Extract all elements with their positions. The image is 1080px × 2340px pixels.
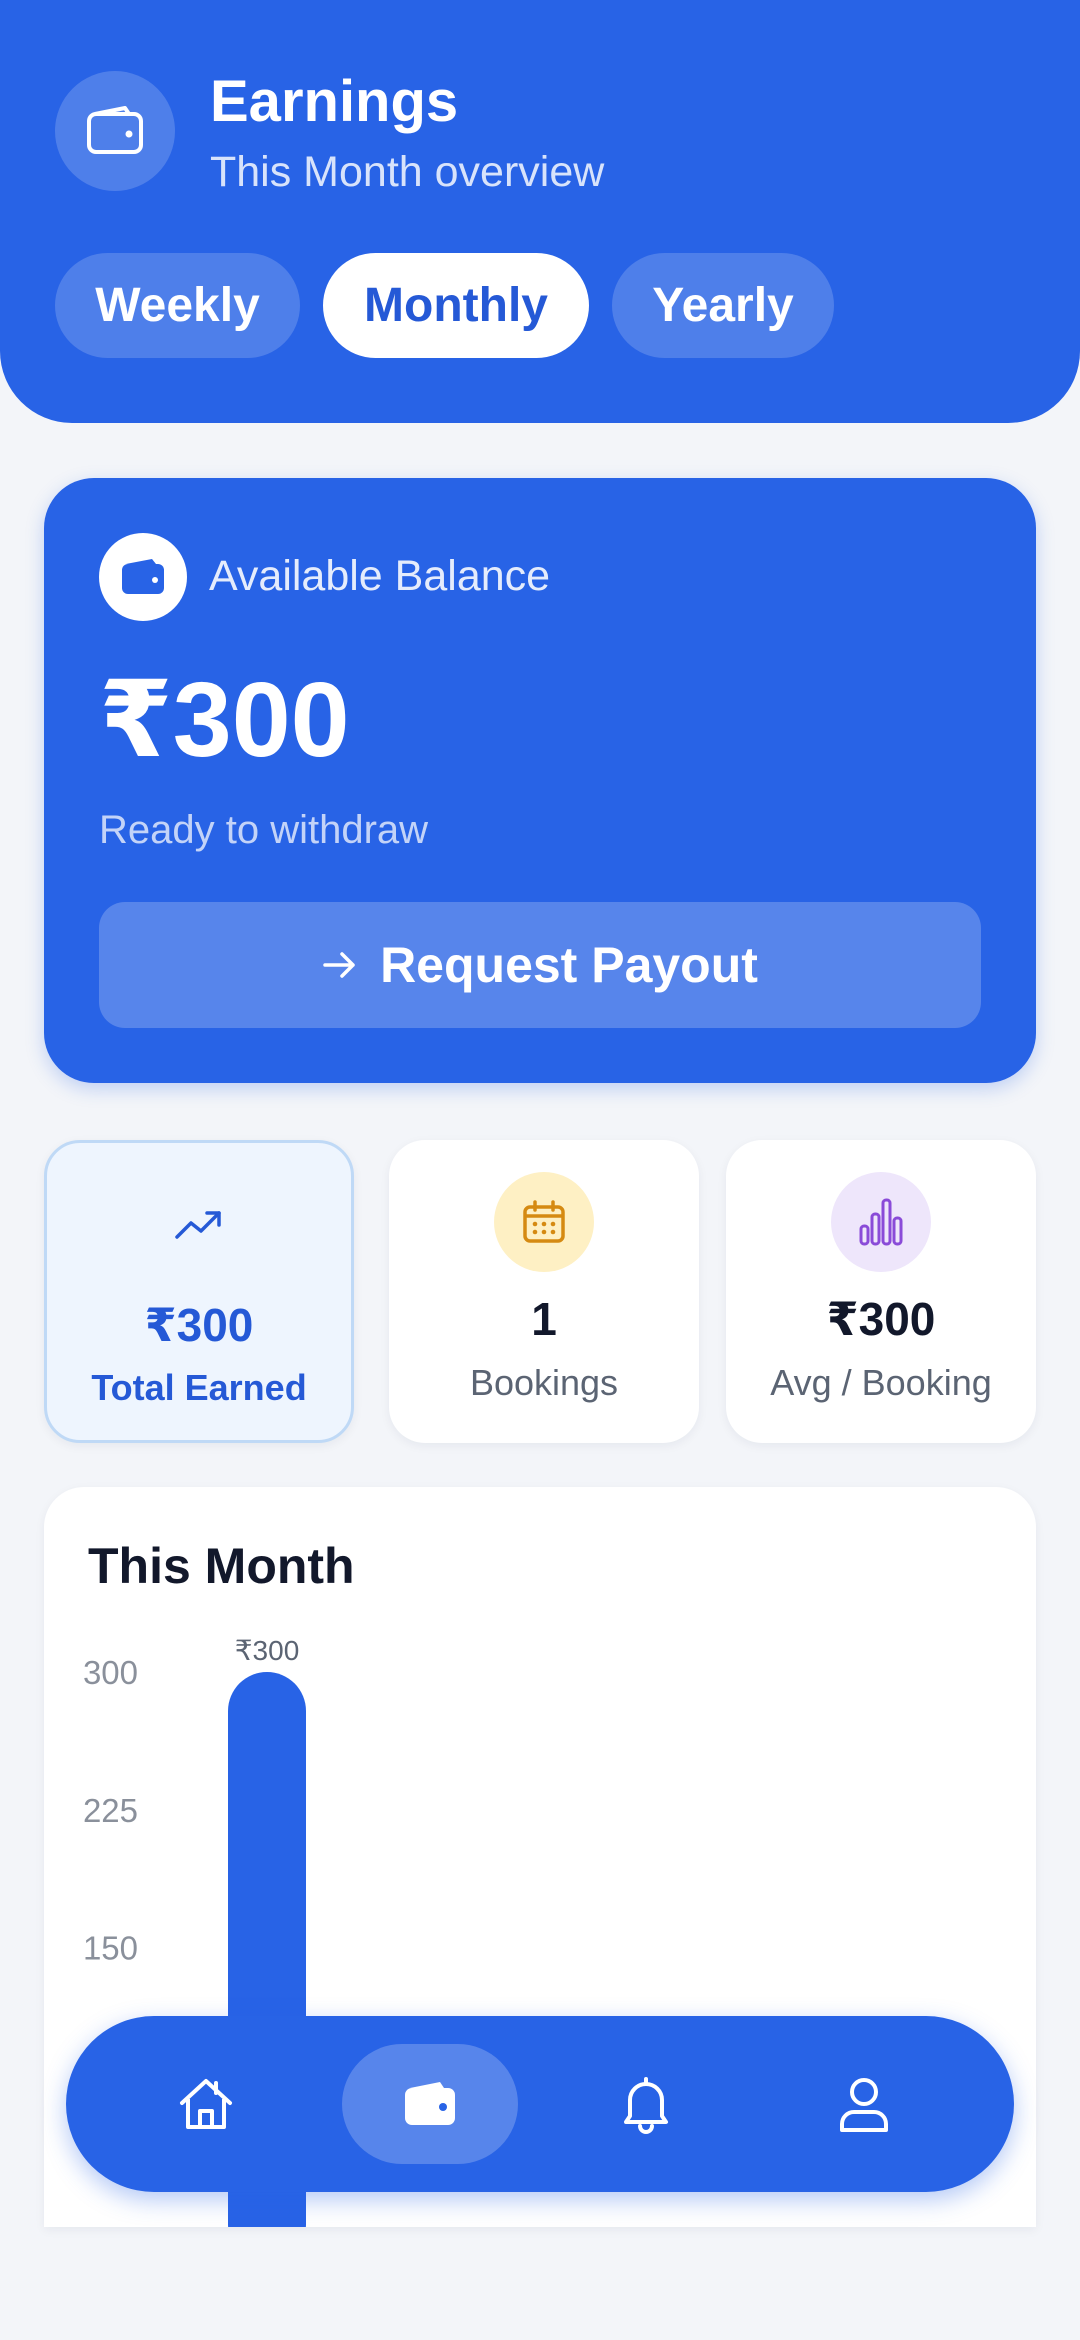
y-tick-label: 150 bbox=[83, 1930, 138, 1967]
wallet-icon bbox=[99, 533, 187, 621]
balance-amount: ₹300 bbox=[99, 661, 350, 779]
tab-monthly[interactable]: Monthly bbox=[323, 253, 589, 358]
stat-total-earned: ₹300 Total Earned bbox=[44, 1140, 354, 1443]
calendar-icon bbox=[494, 1172, 594, 1272]
tab-weekly[interactable]: Weekly bbox=[55, 253, 300, 358]
bottom-nav bbox=[66, 2016, 1014, 2192]
request-payout-label: Request Payout bbox=[380, 937, 758, 993]
nav-home[interactable] bbox=[118, 2044, 294, 2164]
stat-value: ₹300 bbox=[826, 1293, 936, 1345]
bell-icon bbox=[624, 2077, 668, 2134]
stat-label: Avg / Booking bbox=[770, 1362, 992, 1403]
stat-label: Bookings bbox=[469, 1362, 619, 1403]
page-subtitle: This Month overview bbox=[210, 148, 605, 196]
trend-up-icon bbox=[149, 1175, 249, 1275]
y-tick-label: 300 bbox=[83, 1654, 138, 1691]
home-icon bbox=[180, 2079, 232, 2129]
nav-profile[interactable] bbox=[776, 2044, 952, 2164]
balance-label: Available Balance bbox=[209, 552, 551, 600]
earnings-header: Earnings This Month overview Weekly Mont… bbox=[0, 0, 1080, 423]
y-tick-label: 225 bbox=[83, 1792, 138, 1829]
nav-notifications[interactable] bbox=[558, 2044, 734, 2164]
stat-value: ₹300 bbox=[144, 1299, 254, 1351]
stat-value: 1 bbox=[531, 1293, 557, 1345]
wallet-icon bbox=[55, 71, 175, 191]
bar-chart-icon bbox=[831, 1172, 931, 1272]
request-payout-button[interactable]: Request Payout bbox=[99, 902, 981, 1028]
stat-label: Total Earned bbox=[91, 1367, 307, 1408]
page-title: Earnings bbox=[210, 69, 459, 134]
stat-avg-booking: ₹300 Avg / Booking bbox=[726, 1140, 1036, 1443]
profile-icon bbox=[840, 2078, 888, 2132]
stat-bookings: 1 Bookings bbox=[389, 1140, 699, 1443]
arrow-right-icon bbox=[323, 952, 355, 978]
nav-wallet[interactable] bbox=[342, 2044, 518, 2164]
wallet-icon bbox=[405, 2082, 455, 2125]
tab-yearly[interactable]: Yearly bbox=[612, 253, 834, 358]
balance-note: Ready to withdraw bbox=[99, 808, 429, 852]
bar-data-label: ₹300 bbox=[235, 1635, 300, 1666]
balance-card: Available Balance ₹300 Ready to withdraw… bbox=[44, 478, 1036, 1083]
